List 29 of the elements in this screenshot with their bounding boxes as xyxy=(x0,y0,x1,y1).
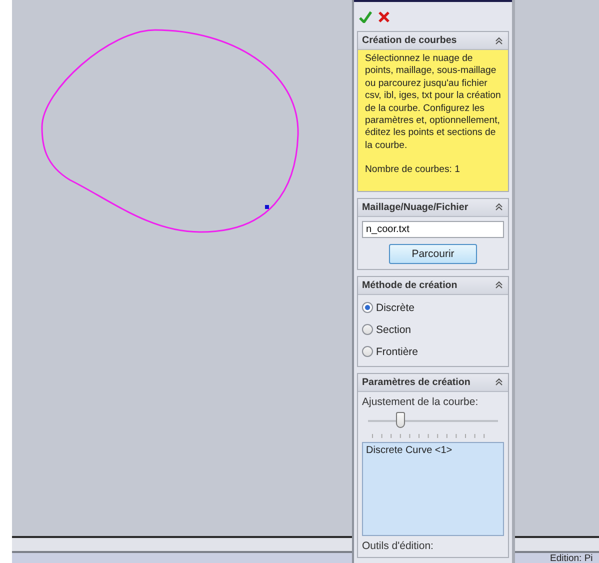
collapse-icon[interactable] xyxy=(495,36,503,44)
help-text: Nombre de courbes: 1 xyxy=(365,164,461,177)
slider-track[interactable] xyxy=(368,412,498,430)
curve-list[interactable]: Discrete Curve <1> xyxy=(362,442,504,536)
horizontal-scrollbar[interactable] xyxy=(12,538,352,553)
radio-label[interactable]: Frontière xyxy=(376,346,418,358)
radio-label[interactable]: Section xyxy=(376,324,412,336)
file-field[interactable]: n_coor.txt xyxy=(362,220,504,238)
slider-thumb[interactable] xyxy=(396,412,404,428)
slider-label: Ajustement de la courbe: xyxy=(362,396,480,408)
section-title: Paramètres de création xyxy=(362,376,470,388)
status-text: Edition: Pi xyxy=(550,553,593,563)
section-title: Création de courbes xyxy=(362,35,457,46)
collapse-icon[interactable] xyxy=(495,203,503,212)
close-icon[interactable] xyxy=(378,11,390,23)
checkmark-icon[interactable] xyxy=(359,11,372,23)
collapse-icon[interactable] xyxy=(495,378,503,386)
radio-button[interactable] xyxy=(362,302,373,314)
section-title: Méthode de création xyxy=(362,280,458,291)
help-text: Sélectionnez le nuage de points, maillage, sous-maillage ou parcourez jusqu'au fichier csv, ibl, iges, txt pour la création de la courbe. Configurez les paramètres et, optionnellement, éditez les points et sections de la courbe. xyxy=(365,53,502,152)
radio-button[interactable] xyxy=(362,324,373,336)
radio-label[interactable]: Discrète xyxy=(376,302,415,314)
radio-button[interactable] xyxy=(362,346,373,358)
collapse-icon[interactable] xyxy=(495,281,503,290)
browse-button[interactable]: Parcourir xyxy=(389,244,477,264)
section-label: Outils d'édition: xyxy=(362,540,434,552)
list-item[interactable]: Discrete Curve <1> xyxy=(366,444,500,456)
horizontal-scrollbar[interactable] xyxy=(515,538,599,553)
section-title: Maillage/Nuage/Fichier xyxy=(362,202,468,213)
